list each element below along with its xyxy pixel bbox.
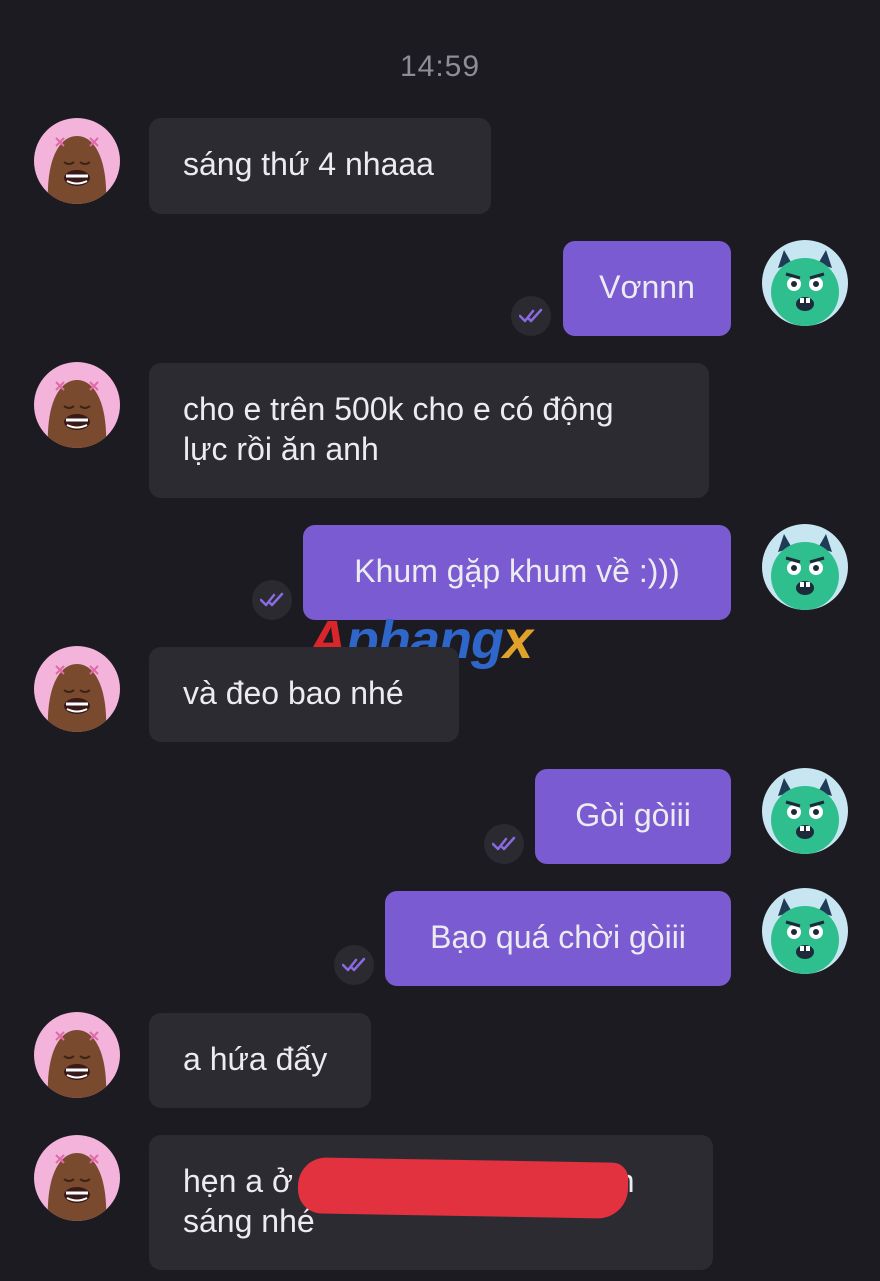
incoming-message-bubble[interactable]: cho e trên 500k cho e có động lực rồi ăn… — [149, 363, 709, 498]
message-text: và đeo bao nhé — [183, 675, 404, 711]
pink-blob-avatar-icon[interactable] — [34, 646, 120, 732]
green-monster-avatar-icon[interactable] — [762, 524, 848, 610]
message-timestamp: 14:59 — [399, 50, 481, 83]
pink-blob-avatar-icon[interactable] — [34, 362, 120, 448]
green-monster-avatar-icon[interactable] — [762, 768, 848, 854]
outgoing-message-bubble[interactable]: Gòi gòiii — [535, 769, 731, 864]
pink-blob-avatar-icon[interactable] — [34, 1135, 120, 1221]
message-text-line: cho e trên 500k cho e có động — [183, 391, 614, 427]
message-text: Vơnnn — [599, 269, 695, 305]
incoming-message-bubble[interactable]: và đeo bao nhé — [149, 647, 459, 742]
message-text-start: hẹn a ở — [183, 1163, 293, 1199]
incoming-message-bubble[interactable]: sáng thứ 4 nhaaa — [149, 118, 491, 214]
message-text: Khum gặp khum về :))) — [354, 553, 680, 589]
pink-blob-avatar-icon[interactable] — [34, 118, 120, 204]
message-text: Bạo quá chời gòiii — [430, 919, 686, 955]
pink-blob-avatar-icon[interactable] — [34, 1012, 120, 1098]
read-receipt-icon — [511, 296, 551, 336]
incoming-message-bubble[interactable]: a hứa đấy — [149, 1013, 371, 1108]
outgoing-message-bubble[interactable]: Bạo quá chời gòiii — [385, 891, 731, 986]
green-monster-avatar-icon[interactable] — [762, 888, 848, 974]
read-receipt-icon — [252, 580, 292, 620]
read-receipt-icon — [334, 945, 374, 985]
message-text: Gòi gòiii — [575, 797, 691, 833]
read-receipt-icon — [484, 824, 524, 864]
message-text: sáng thứ 4 nhaaa — [183, 146, 434, 182]
redaction-mark — [297, 1157, 629, 1219]
message-text: a hứa đấy — [183, 1041, 328, 1077]
outgoing-message-bubble[interactable]: Vơnnn — [563, 241, 731, 336]
green-monster-avatar-icon[interactable] — [762, 240, 848, 326]
message-text-line: lực rồi ăn anh — [183, 431, 379, 467]
